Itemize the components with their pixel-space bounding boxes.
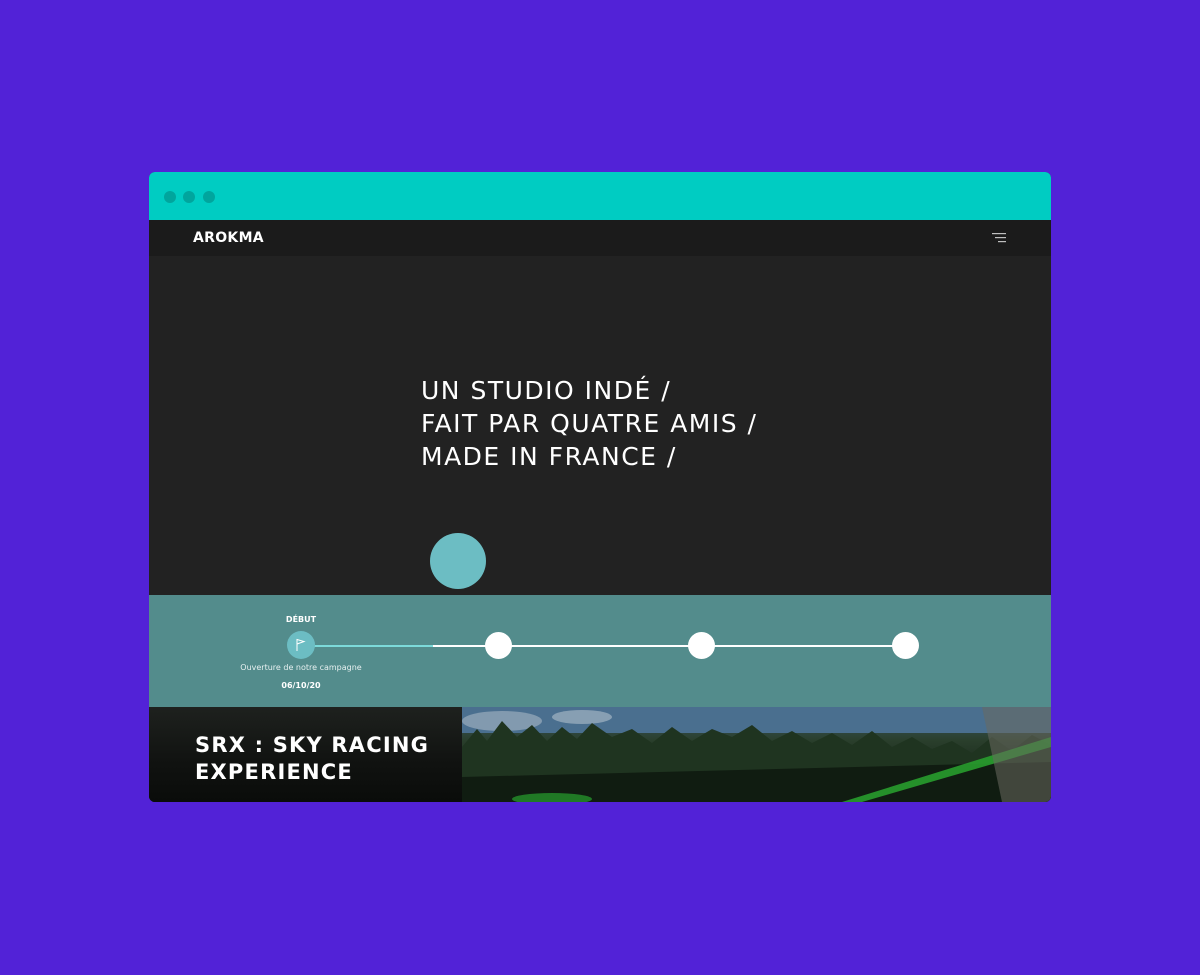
timeline-start-description: Ouverture de notre campagne	[240, 663, 362, 672]
site-header: AROKMA	[149, 220, 1051, 256]
window-dot-minimize[interactable]	[183, 191, 195, 203]
hero-line: MADE IN FRANCE /	[421, 442, 677, 471]
project-title[interactable]: SRX : SKY RACING EXPERIENCE	[195, 732, 429, 786]
window-dot-maximize[interactable]	[203, 191, 215, 203]
timeline-start-date: 06/10/20	[281, 681, 321, 690]
project-title-line: SRX : SKY RACING	[195, 733, 430, 757]
timeline-milestone-node[interactable]	[688, 632, 715, 659]
hero-tagline: UN STUDIO INDÉ / FAIT PAR QUATRE AMIS / …	[421, 374, 757, 473]
browser-window: AROKMA UN STUDIO INDÉ / FAIT PAR QUATRE …	[149, 172, 1051, 802]
timeline-progress	[301, 645, 433, 647]
project-card[interactable]: SRX : SKY RACING EXPERIENCE	[149, 707, 1051, 802]
timeline-milestone-node[interactable]	[485, 632, 512, 659]
hero-line: UN STUDIO INDÉ /	[421, 376, 672, 405]
timeline-start-title: DÉBUT	[285, 615, 317, 624]
cursor-blob	[430, 533, 486, 589]
window-dot-close[interactable]	[164, 191, 176, 203]
campaign-timeline: DÉBUT Ouverture de notre campagne 06/10/…	[149, 595, 1051, 707]
menu-icon[interactable]	[990, 230, 1008, 246]
browser-chrome	[149, 172, 1051, 220]
timeline-milestone-node[interactable]	[892, 632, 919, 659]
flag-icon	[296, 638, 306, 651]
hero-line: FAIT PAR QUATRE AMIS /	[421, 409, 758, 438]
timeline-start-node[interactable]	[287, 631, 315, 659]
project-image	[462, 707, 1051, 802]
project-title-line: EXPERIENCE	[195, 760, 353, 784]
site-logo[interactable]: AROKMA	[193, 230, 264, 246]
hero-section: UN STUDIO INDÉ / FAIT PAR QUATRE AMIS / …	[149, 256, 1051, 595]
